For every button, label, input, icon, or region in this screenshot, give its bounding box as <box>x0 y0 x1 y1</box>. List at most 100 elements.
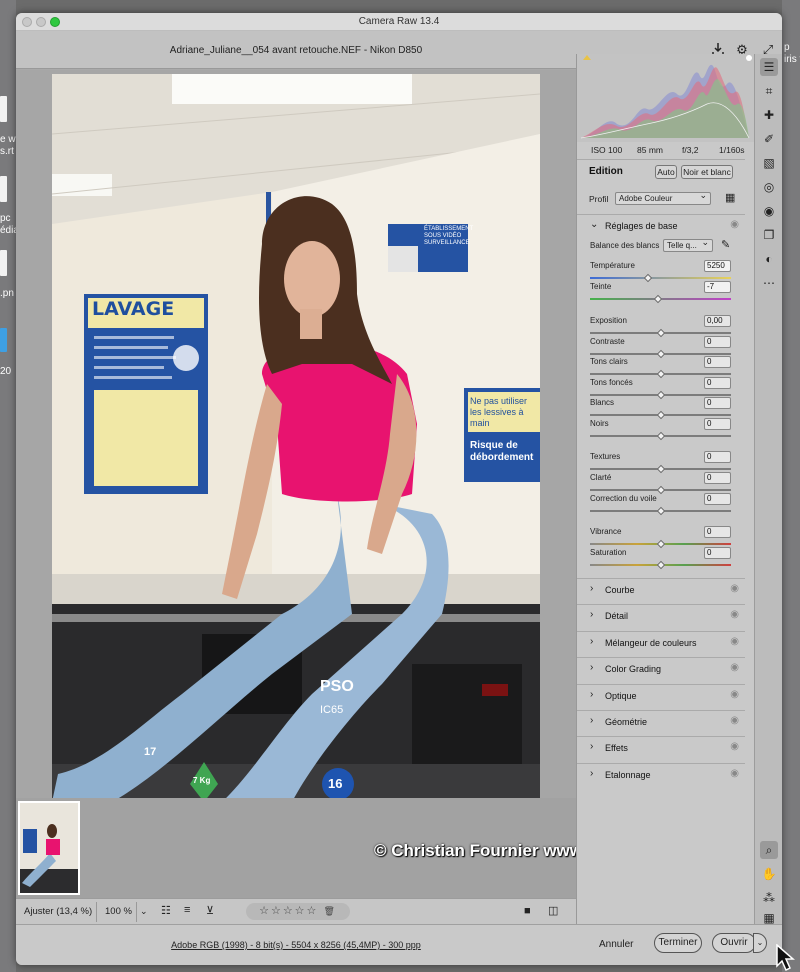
slider-thumb[interactable] <box>656 328 665 338</box>
black-and-white-button[interactable]: Noir et blanc <box>681 165 733 179</box>
desktop-file-icon[interactable] <box>0 96 7 122</box>
desktop-file-label: pc <box>0 213 11 224</box>
edit-sliders-icon[interactable]: ☰ <box>760 58 778 76</box>
filmstrip-options-icon[interactable]: ☷ <box>161 904 171 917</box>
slider-value-field[interactable]: 0,00 <box>704 315 731 327</box>
edit-header: Edition Auto Noir et blanc <box>577 159 745 183</box>
eyedropper-icon[interactable]: ✎ <box>721 238 730 251</box>
section-header[interactable]: › Optique ◉ <box>577 683 745 706</box>
slider-thumb[interactable] <box>656 369 665 379</box>
slider-thumb[interactable] <box>643 273 653 283</box>
slider-label: Température <box>590 261 635 270</box>
slider-value-field[interactable]: -7 <box>704 281 731 293</box>
slider-value-field[interactable]: 0 <box>704 397 731 409</box>
section-header[interactable]: › Mélangeur de couleurs ◉ <box>577 630 745 653</box>
histogram <box>577 54 755 142</box>
profile-dropdown[interactable]: Adobe Couleur <box>615 190 711 205</box>
slider-value-field[interactable]: 0 <box>704 526 731 538</box>
red-eye-icon[interactable]: ◉ <box>760 202 778 220</box>
radial-filter-icon[interactable]: ◎ <box>760 178 778 196</box>
hand-tool-icon[interactable]: ✋ <box>760 865 778 883</box>
slider-thumb[interactable] <box>656 539 665 549</box>
profile-browser-icon[interactable]: ▦ <box>725 191 735 204</box>
slider-track[interactable] <box>590 277 731 279</box>
crop-icon[interactable]: ⌗ <box>760 82 778 100</box>
zoom-level-value[interactable]: 100 % <box>105 906 132 917</box>
slider-value-field[interactable]: 0 <box>704 472 731 484</box>
eye-icon[interactable]: ◉ <box>730 689 739 700</box>
section-header[interactable]: › Courbe ◉ <box>577 578 745 600</box>
slider-thumb[interactable] <box>656 560 665 570</box>
brush-icon[interactable]: ✐ <box>760 130 778 148</box>
slider-value-field[interactable]: 0 <box>704 336 731 348</box>
aperture-value: f/3,2 <box>682 145 699 155</box>
slider-thumb[interactable] <box>656 349 665 359</box>
sort-icon[interactable]: ≡ <box>184 904 190 916</box>
filmstrip-thumbnail[interactable] <box>18 801 80 895</box>
before-after-icon[interactable]: ◫ <box>548 904 558 917</box>
done-button[interactable]: Terminer <box>654 933 702 953</box>
eye-icon[interactable]: ◉ <box>730 636 739 647</box>
eye-icon[interactable]: ◉ <box>730 609 739 620</box>
camera-info-bar: ISO 100 85 mm f/3,2 1/160s <box>577 142 755 158</box>
snapshots-icon[interactable]: ❐ <box>760 226 778 244</box>
cancel-button[interactable]: Annuler <box>599 939 633 950</box>
slider-value-field[interactable]: 0 <box>704 547 731 559</box>
slider-thumb[interactable] <box>656 390 665 400</box>
eye-icon[interactable]: ◉ <box>730 662 739 673</box>
gradient-icon[interactable]: ▧ <box>760 154 778 172</box>
eye-icon[interactable]: ◉ <box>730 583 739 594</box>
crop-preview-icon[interactable]: ■ <box>524 905 531 917</box>
section-header[interactable]: › Géométrie ◉ <box>577 710 745 732</box>
slider-thumb[interactable] <box>653 294 662 304</box>
color-sampler-icon[interactable]: ⁂ <box>760 889 778 907</box>
profile-label: Profil <box>589 194 609 204</box>
slider-value-field[interactable]: 0 <box>704 418 731 430</box>
section-header[interactable]: › Détail ◉ <box>577 604 745 626</box>
app-title: Camera Raw 13.4 <box>358 16 440 27</box>
workflow-options-link[interactable]: Adobe RGB (1998) - 8 bit(s) - 5504 x 825… <box>16 940 576 950</box>
eye-icon[interactable]: ◉ <box>730 741 739 752</box>
open-options-chevron-icon[interactable]: ⌄ <box>753 933 767 953</box>
photo-preview[interactable]: LAVAGE ÉTABLISSEMENT SOUS VIDÉO SURVEILL… <box>52 74 540 802</box>
auto-button[interactable]: Auto <box>655 165 677 179</box>
section-header[interactable]: › Effets ◉ <box>577 736 745 758</box>
section-title: Courbe <box>605 585 635 595</box>
slider-thumb[interactable] <box>656 506 665 516</box>
slider-value-field[interactable]: 0 <box>704 451 731 463</box>
toolbar-divider <box>136 902 137 922</box>
titlebar: Camera Raw 13.4 <box>16 13 782 31</box>
fit-zoom-button[interactable]: Ajuster (13,4 %) <box>24 906 92 917</box>
white-balance-dropdown[interactable]: Telle q... <box>663 237 713 252</box>
image-canvas[interactable]: LAVAGE ÉTABLISSEMENT SOUS VIDÉO SURVEILL… <box>16 70 576 802</box>
healing-icon[interactable]: ✚ <box>760 106 778 124</box>
slider-value-field[interactable]: 5250 <box>704 260 731 272</box>
slider-thumb[interactable] <box>656 410 665 420</box>
section-header[interactable]: › Color Grading ◉ <box>577 657 745 679</box>
slider-thumb[interactable] <box>656 431 665 441</box>
slider-value-field[interactable]: 0 <box>704 493 731 505</box>
iso-value: ISO 100 <box>591 145 623 155</box>
more-icon[interactable]: ⋯ <box>760 274 778 292</box>
eye-icon[interactable]: ◉ <box>730 715 739 726</box>
rating-stars[interactable]: ☆☆☆☆☆ 🗑 <box>246 903 350 920</box>
presets-icon[interactable]: ◐ <box>760 250 778 268</box>
slider-value-field[interactable]: 0 <box>704 356 731 368</box>
desktop-folder-icon[interactable] <box>0 328 7 352</box>
section-basic[interactable]: ⌄ Réglages de base ◉ <box>577 214 745 236</box>
slider-thumb[interactable] <box>656 464 665 474</box>
desktop-file-icon[interactable] <box>0 176 7 202</box>
zoom-tool-icon[interactable]: ⌕ <box>760 841 778 859</box>
eye-icon[interactable]: ◉ <box>730 768 739 779</box>
slider-value-field[interactable]: 0 <box>704 377 731 389</box>
open-button[interactable]: Ouvrir <box>712 933 756 953</box>
slider-label: Exposition <box>590 316 627 325</box>
eye-icon[interactable]: ◉ <box>730 219 739 230</box>
chevron-right-icon: › <box>590 741 594 753</box>
section-header[interactable]: › Etalonnage ◉ <box>577 762 745 785</box>
zoom-dropdown-chevron-icon[interactable]: ⌄ <box>140 906 148 917</box>
slider-thumb[interactable] <box>656 485 665 495</box>
desktop-file-icon[interactable] <box>0 250 7 276</box>
filter-icon[interactable]: ⊻ <box>206 904 214 917</box>
section-title: Mélangeur de couleurs <box>605 637 697 648</box>
